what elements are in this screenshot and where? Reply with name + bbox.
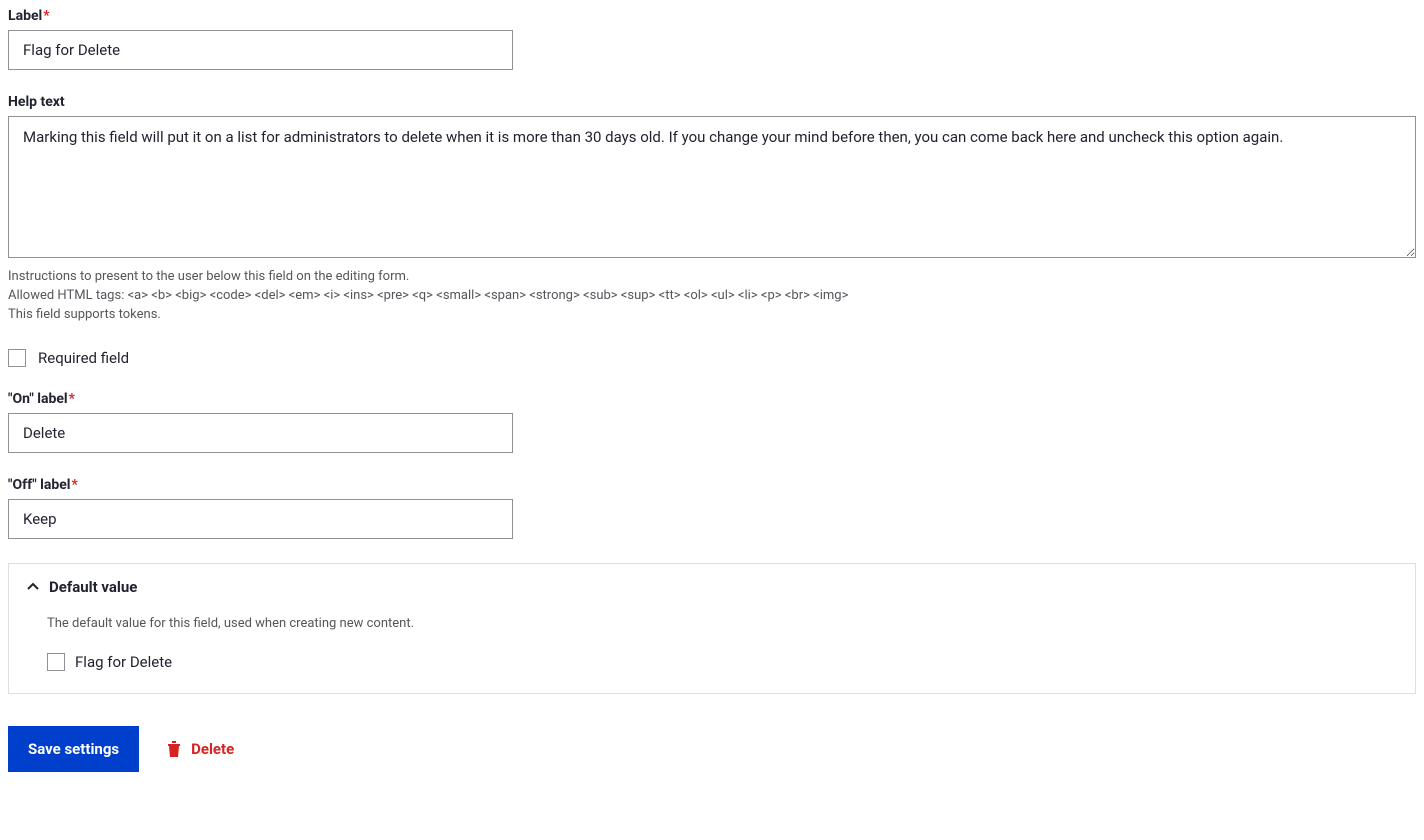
help-text-label: Help text (8, 94, 1416, 110)
default-value-title: Default value (49, 578, 137, 596)
label-input[interactable] (8, 30, 513, 70)
on-label-group: "On" label* (8, 391, 1416, 453)
required-marker: * (43, 8, 49, 24)
off-label-group: "Off" label* (8, 477, 1416, 539)
help-text-desc-line3: This field supports tokens. (8, 306, 1416, 325)
help-text-textarea[interactable] (8, 116, 1416, 258)
required-field-checkbox[interactable] (8, 349, 26, 367)
required-field-label: Required field (38, 349, 129, 367)
on-label-text: "On" label (8, 391, 68, 407)
save-button[interactable]: Save settings (8, 726, 139, 772)
default-value-desc: The default value for this field, used w… (47, 616, 1377, 631)
default-value-body: The default value for this field, used w… (9, 610, 1415, 693)
required-marker: * (72, 477, 78, 493)
default-value-checkbox[interactable] (47, 653, 65, 671)
delete-label: Delete (191, 740, 234, 758)
off-label-input[interactable] (8, 499, 513, 539)
label-text: Label (8, 8, 42, 24)
delete-link[interactable]: Delete (167, 740, 234, 758)
on-label-input[interactable] (8, 413, 513, 453)
form-actions: Save settings Delete (8, 726, 1416, 772)
required-marker: * (69, 391, 75, 407)
label-field-group: Label* (8, 8, 1416, 70)
default-value-summary[interactable]: Default value (9, 564, 1415, 610)
off-label-text: "Off" label (8, 477, 71, 493)
default-value-details: Default value The default value for this… (8, 563, 1416, 694)
on-label-label: "On" label* (8, 391, 1416, 407)
chevron-up-icon (27, 581, 39, 593)
help-text-group: Help text Instructions to present to the… (8, 94, 1416, 325)
label-field-label: Label* (8, 8, 1416, 24)
help-text-description: Instructions to present to the user belo… (8, 268, 1416, 325)
help-text-desc-line1: Instructions to present to the user belo… (8, 268, 1416, 287)
trash-icon (167, 741, 181, 757)
help-text-desc-line2: Allowed HTML tags: <a> <b> <big> <code> … (8, 287, 1416, 306)
required-field-row: Required field (8, 349, 1416, 367)
default-value-checkbox-row: Flag for Delete (47, 653, 1377, 671)
off-label-label: "Off" label* (8, 477, 1416, 493)
default-value-checkbox-label: Flag for Delete (75, 653, 172, 671)
